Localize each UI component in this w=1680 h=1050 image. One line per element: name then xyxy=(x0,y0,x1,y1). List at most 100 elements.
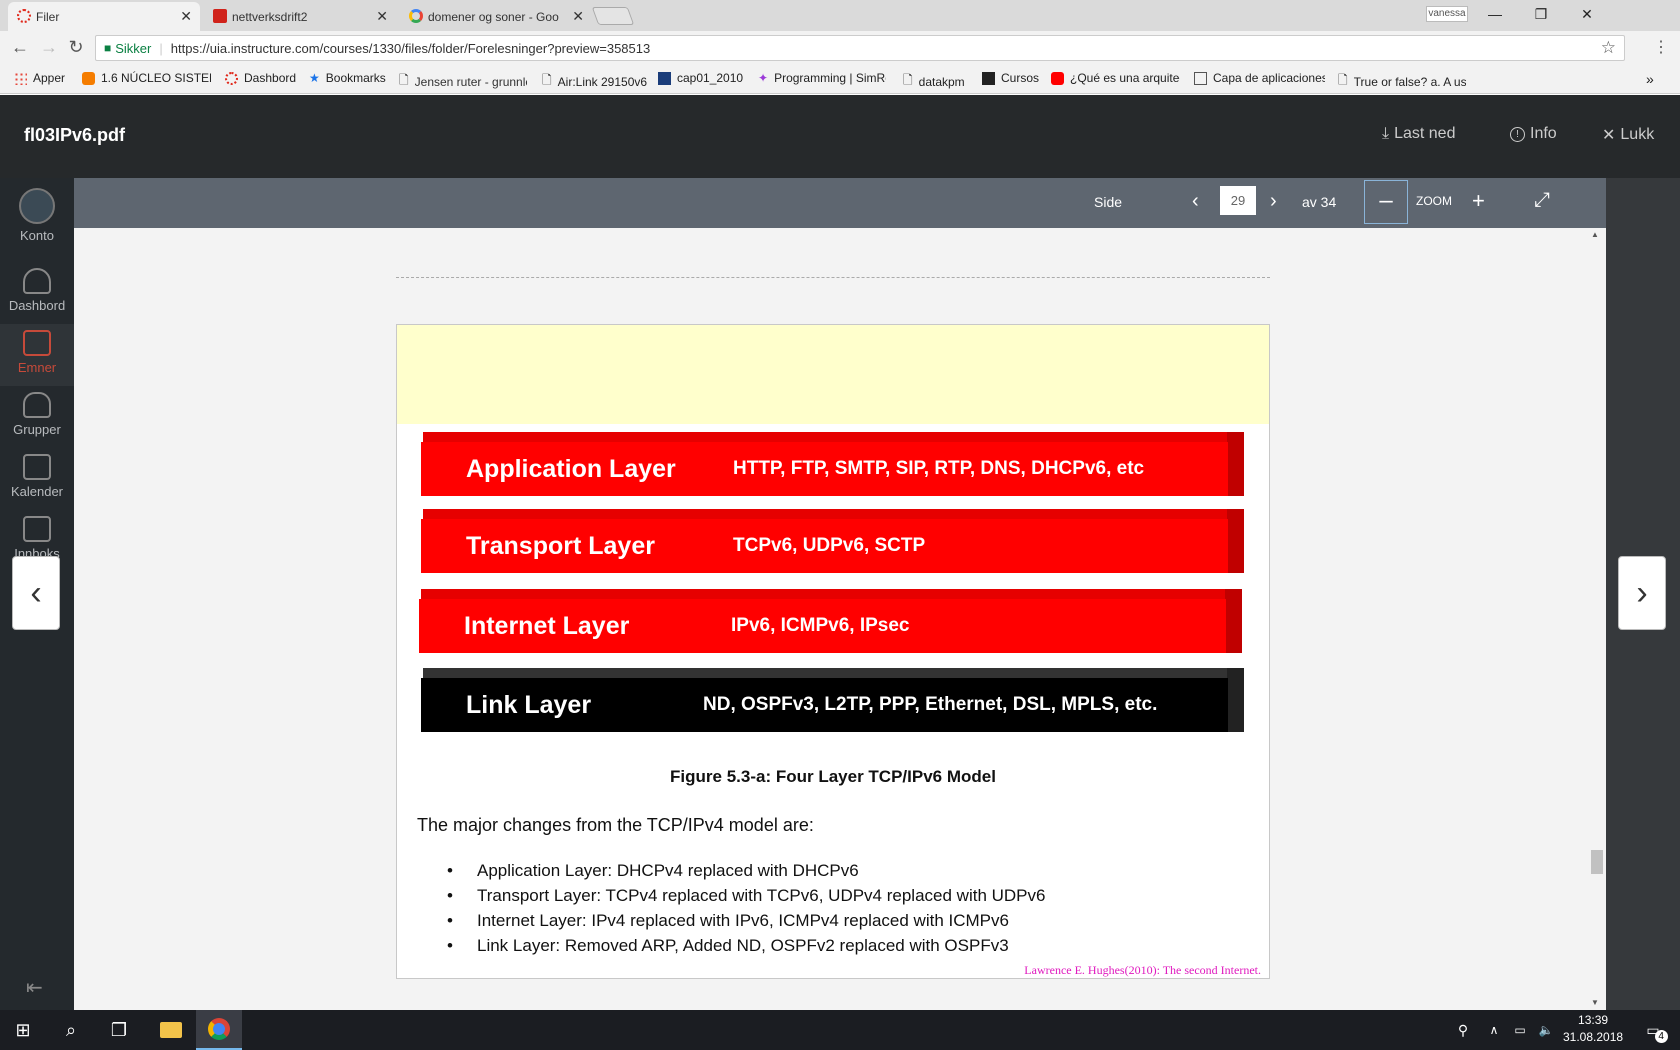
vertical-scrollbar[interactable]: ▲ ▼ xyxy=(1586,228,1606,1010)
bookmark-datakpm[interactable]: 🗋 datakpm xyxy=(903,71,965,92)
action-center-icon[interactable]: ▭ 4 xyxy=(1630,1010,1676,1050)
nav-emner[interactable]: Emner xyxy=(0,324,74,386)
global-nav: Konto Dashbord Emner Grupper Kalender In… xyxy=(0,95,74,1010)
tab-title: nettverksdrift2 xyxy=(232,9,308,24)
bookmark-bookmarks[interactable]: ★ Bookmarks xyxy=(309,71,386,85)
star-icon[interactable]: ☆ xyxy=(1601,38,1616,58)
omnibox[interactable]: ■ Sikker | https://uia.instructure.com/c… xyxy=(95,35,1625,61)
preview-header: fl03IPv6.pdf ⤓ Last ned ! Info ✕ Lukk xyxy=(0,95,1680,178)
pdf-page: Application Layer HTTP, FTP, SMTP, SIP, … xyxy=(396,324,1270,979)
next-file-button[interactable]: › xyxy=(1618,556,1666,630)
tab-nettverksdrift2[interactable]: nettverksdrift2 ✕ xyxy=(204,2,396,31)
bookmark-arquitectura[interactable]: ¿Qué es una arquitec xyxy=(1051,71,1180,85)
windows-start-icon[interactable]: ⊞ xyxy=(0,1010,46,1050)
bullet-dot: • xyxy=(447,886,453,905)
layer-side xyxy=(1227,668,1244,732)
bookmark-label: True or false? a. A use xyxy=(1353,74,1466,89)
close-preview-button[interactable]: ✕ Lukk xyxy=(1602,125,1654,145)
scroll-down-icon[interactable]: ▼ xyxy=(1591,998,1599,1007)
forward-icon[interactable]: → xyxy=(38,37,60,58)
pdf-viewer[interactable]: Application Layer HTTP, FTP, SMTP, SIP, … xyxy=(74,228,1606,1010)
nav-dashbord[interactable]: Dashbord xyxy=(0,262,74,324)
fullscreen-icon[interactable]: ⤢ xyxy=(1534,189,1550,212)
layer-side xyxy=(1227,432,1244,496)
task-view-icon[interactable]: ❐ xyxy=(96,1010,142,1050)
site-icon xyxy=(1194,71,1207,85)
layer-protocols: HTTP, FTP, SMTP, SIP, RTP, DNS, DHCPv6, … xyxy=(733,458,1145,479)
list-item-text: Transport Layer: TCPv4 replaced with TCP… xyxy=(477,886,1046,905)
layer-name: Application Layer xyxy=(466,454,676,483)
tab-domener[interactable]: domener og soner - Goo ✕ xyxy=(400,2,592,31)
page-icon: 🗋 xyxy=(399,73,409,87)
blogger-icon xyxy=(82,71,95,85)
bookmark-airlink[interactable]: 🗋 Air:Link 29150v6 xyxy=(542,71,647,92)
next-page-icon[interactable]: › xyxy=(1270,190,1277,213)
bookmark-apps[interactable]: Apper xyxy=(14,71,65,85)
bookmark-label: ¿Qué es una arquitec xyxy=(1070,71,1180,85)
chevron-left-icon: ‹ xyxy=(30,573,42,612)
restore-icon[interactable]: ❐ xyxy=(1518,0,1564,28)
profile-badge[interactable]: vanessa xyxy=(1426,6,1468,22)
network-icon[interactable]: ▭ xyxy=(1506,1010,1534,1050)
notification-count: 4 xyxy=(1654,1029,1668,1043)
tray-chevron-icon[interactable]: ∧ xyxy=(1480,1010,1508,1050)
avatar xyxy=(19,188,55,224)
minimize-icon[interactable]: — xyxy=(1472,0,1518,28)
collapse-nav-icon[interactable]: ⇤ xyxy=(26,975,43,1000)
bookmark-dashbord[interactable]: Dashbord xyxy=(225,71,296,85)
bookmark-jensen[interactable]: 🗋 Jensen ruter - grunnle xyxy=(399,71,527,92)
bookmark-capa[interactable]: Capa de aplicaciones xyxy=(1194,71,1325,85)
zoom-in-button[interactable]: + xyxy=(1472,188,1485,214)
dashboard-icon xyxy=(23,268,51,294)
info-label: Info xyxy=(1530,125,1557,142)
nav-kalender[interactable]: Kalender xyxy=(0,448,74,510)
layer-front: Transport Layer TCPv6, UDPv6, SCTP xyxy=(421,519,1228,573)
url-text[interactable]: https://uia.instructure.com/courses/1330… xyxy=(171,41,650,56)
pdf-toolbar: Side ‹ › av 34 – ZOOM + ⤢ xyxy=(74,178,1606,228)
back-icon[interactable]: ← xyxy=(9,37,31,58)
page-number-input[interactable] xyxy=(1220,186,1256,215)
scroll-up-icon[interactable]: ▲ xyxy=(1591,230,1599,239)
list-item-text: Internet Layer: IPv4 replaced with IPv6,… xyxy=(477,911,1009,930)
youtube-icon xyxy=(1051,71,1064,85)
bookmark-true-false[interactable]: 🗋 True or false? a. A use xyxy=(1338,71,1466,92)
prev-file-button[interactable]: ‹ xyxy=(12,556,60,630)
scrollbar-thumb[interactable] xyxy=(1591,850,1603,874)
download-icon: ⤓ xyxy=(1382,125,1390,142)
bookmark-programming[interactable]: ✦ Programming | SimRe xyxy=(758,71,886,85)
search-icon[interactable]: ⌕ xyxy=(48,1010,94,1050)
volume-icon[interactable]: 🔈 xyxy=(1532,1010,1560,1050)
bookmark-label: Bookmarks xyxy=(325,71,386,85)
bookmark-cursos[interactable]: Cursos xyxy=(982,71,1039,85)
clock[interactable]: 13:39 31.08.2018 xyxy=(1563,1012,1623,1046)
nav-grupper[interactable]: Grupper xyxy=(0,386,74,448)
page-icon: 🗋 xyxy=(1338,73,1348,87)
new-tab-button[interactable] xyxy=(591,7,635,25)
layer-side xyxy=(1227,509,1244,573)
info-button[interactable]: ! Info xyxy=(1510,125,1557,143)
nav-konto[interactable]: Konto xyxy=(0,188,74,254)
bookmark-cap01[interactable]: cap01_2010 xyxy=(658,71,743,85)
close-tab-icon[interactable]: ✕ xyxy=(376,8,388,25)
bookmark-label: Jensen ruter - grunnle xyxy=(414,74,527,89)
bookmarks-overflow[interactable]: » xyxy=(1646,71,1654,87)
download-button[interactable]: ⤓ Last ned xyxy=(1382,125,1455,143)
page-icon: 🗋 xyxy=(542,73,552,87)
file-explorer-icon[interactable] xyxy=(148,1010,194,1050)
menu-icon[interactable]: ⋮ xyxy=(1650,37,1672,57)
layer-name: Internet Layer xyxy=(464,611,630,640)
prev-page-icon[interactable]: ‹ xyxy=(1192,190,1199,213)
chrome-icon[interactable] xyxy=(196,1010,242,1050)
close-window-icon[interactable]: ✕ xyxy=(1564,0,1610,28)
bookmark-nucleo[interactable]: 1.6 NÚCLEO SISTEMA xyxy=(82,71,211,85)
tab-title: domener og soner - Goo xyxy=(428,9,559,24)
layer-front: Application Layer HTTP, FTP, SMTP, SIP, … xyxy=(421,442,1228,496)
zoom-out-button[interactable]: – xyxy=(1364,180,1408,224)
reload-icon[interactable]: ↻ xyxy=(65,37,87,58)
tab-filer[interactable]: Filer ✕ xyxy=(8,2,200,31)
close-tab-icon[interactable]: ✕ xyxy=(180,8,192,25)
bookmark-label: Capa de aplicaciones xyxy=(1213,71,1325,85)
close-tab-icon[interactable]: ✕ xyxy=(572,8,584,25)
windows-taskbar: ⊞ ⌕ ❐ ⚲ ∧ ▭ 🔈 13:39 31.08.2018 ▭ 4 xyxy=(0,1010,1680,1050)
intro-text: The major changes from the TCP/IPv4 mode… xyxy=(417,815,814,835)
